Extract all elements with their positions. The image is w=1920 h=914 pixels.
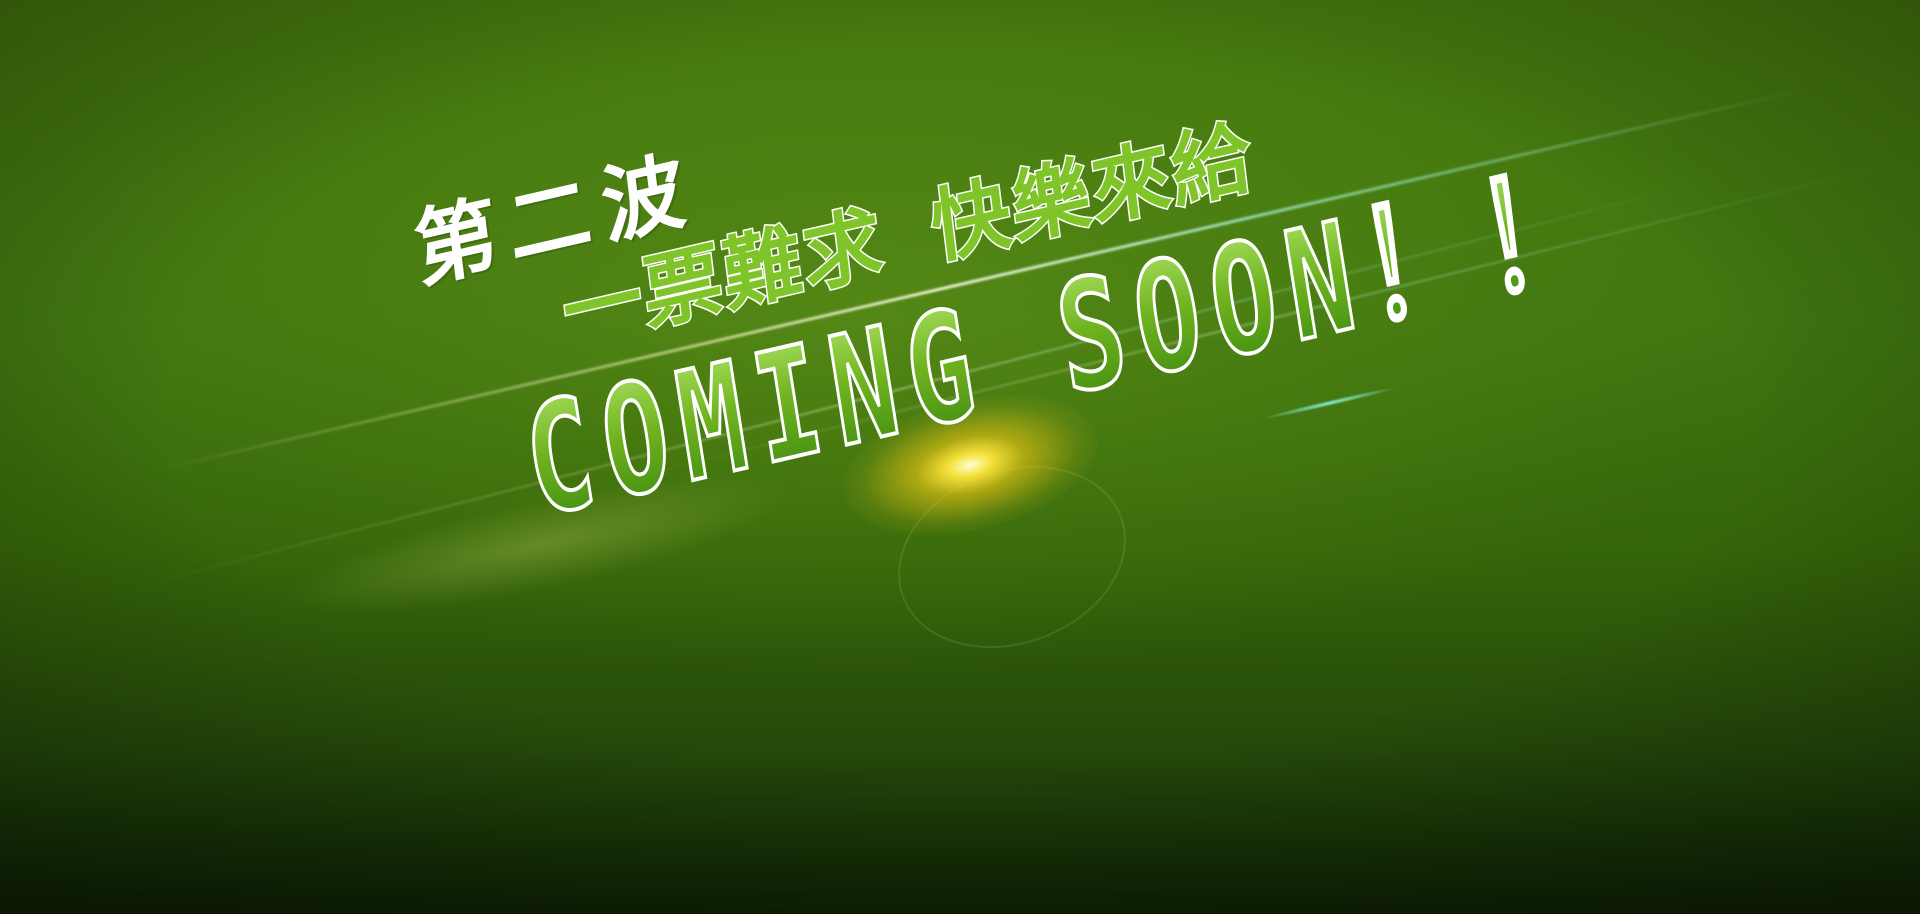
slogan-gap (887, 257, 936, 268)
cyan-glint (1261, 384, 1399, 422)
coming-soon-banner: 第二波 一票難求快樂來給 COMING SOON！！ (0, 0, 1920, 914)
